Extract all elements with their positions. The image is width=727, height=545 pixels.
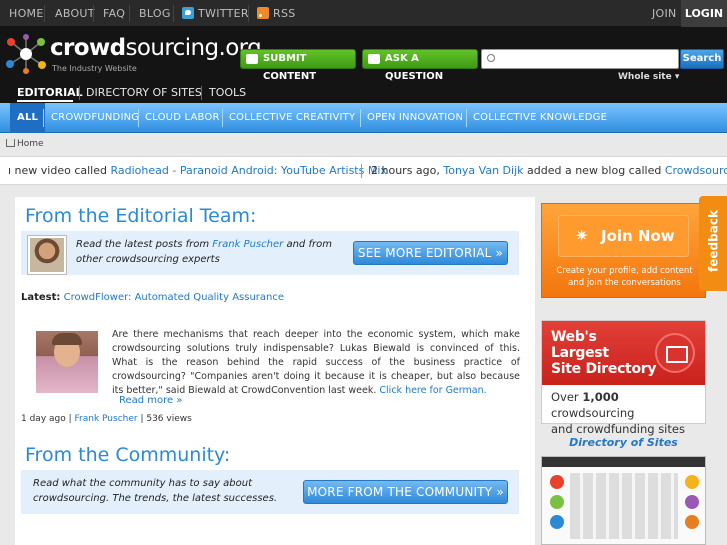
divider bbox=[44, 5, 45, 22]
book-icon bbox=[655, 333, 695, 373]
author-avatar[interactable] bbox=[27, 235, 67, 275]
ticker-item: ı new video called Radiohead - Paranoid … bbox=[8, 164, 387, 177]
directory-banner-subtext: Over 1,000 crowdsourcing and crowdfunding… bbox=[551, 390, 685, 436]
submit-content-button[interactable]: SUBMIT CONTENT bbox=[240, 49, 356, 82]
site-logo-text[interactable]: crowdsourcing.org bbox=[50, 35, 262, 61]
divider bbox=[79, 86, 80, 100]
divider bbox=[43, 109, 44, 127]
rss-icon bbox=[257, 7, 269, 19]
author-link[interactable]: Frank Puscher bbox=[212, 239, 283, 250]
nav-blog-link[interactable]: BLOG bbox=[139, 0, 171, 27]
nav-directory-of-sites[interactable]: DIRECTORY OF SITES bbox=[86, 85, 202, 101]
rss-link[interactable]: RSS bbox=[257, 0, 296, 27]
nav-tools[interactable]: TOOLS bbox=[209, 85, 246, 101]
divider bbox=[93, 5, 94, 22]
search-scope-select[interactable]: Whole site ▾ bbox=[618, 72, 679, 82]
category-collective-creativity[interactable]: COLLECTIVE CREATIVITY bbox=[229, 103, 355, 133]
divider bbox=[361, 164, 362, 178]
category-cloud-labor[interactable]: CLOUD LABOR bbox=[145, 103, 220, 133]
join-link[interactable]: JOIN bbox=[652, 0, 677, 27]
join-now-button[interactable]: ✷ Join Now bbox=[558, 215, 689, 257]
latest-article-link[interactable]: CrowdFlower: Automated Quality Assurance bbox=[64, 292, 284, 303]
twitter-icon bbox=[182, 7, 194, 19]
nav-editorial[interactable]: EDITORIAL bbox=[17, 85, 83, 101]
german-version-link[interactable]: Click here for German. bbox=[379, 385, 486, 396]
ask-question-button[interactable]: ASK A QUESTION bbox=[362, 49, 478, 82]
editorial-callout-text: Read the latest posts from Frank Puscher… bbox=[76, 239, 332, 265]
latest-line: Latest: CrowdFlower: Automated Quality A… bbox=[21, 292, 285, 303]
ticker-video-link[interactable]: Radiohead - Paranoid Android: YouTube Ar… bbox=[110, 164, 386, 177]
see-more-editorial-button[interactable]: SEE MORE EDITORIAL » bbox=[353, 241, 508, 265]
community-callout: Read what the community has to say about… bbox=[21, 470, 519, 514]
search-icon bbox=[487, 54, 495, 62]
nav-about-link[interactable]: ABOUT bbox=[55, 0, 95, 27]
site-tagline: The Industry Website bbox=[52, 64, 137, 73]
home-icon bbox=[6, 139, 15, 147]
login-button[interactable]: LOGIN bbox=[681, 0, 727, 27]
briefcase-icon bbox=[246, 54, 258, 64]
divider bbox=[466, 109, 467, 127]
category-crowdfunding[interactable]: CROWDFUNDING bbox=[51, 103, 139, 133]
nav-faq-link[interactable]: FAQ bbox=[103, 0, 125, 27]
speech-bubble-icon bbox=[368, 54, 380, 64]
search-input[interactable] bbox=[481, 49, 679, 69]
top-utility-bar: HOME ABOUT FAQ BLOG TWITTER RSS JOIN LOG… bbox=[0, 0, 727, 27]
twitter-label: TWITTER bbox=[198, 7, 249, 20]
read-more-link[interactable]: Read more » bbox=[119, 395, 183, 406]
logo-icon[interactable] bbox=[5, 34, 47, 74]
breadcrumb[interactable]: Home bbox=[6, 139, 44, 149]
article-meta: 1 day ago | Frank Puscher | 536 views bbox=[21, 414, 192, 424]
active-nav-underline bbox=[17, 100, 73, 102]
join-description: Create your profile, add content and joi… bbox=[556, 266, 693, 288]
feedback-tab[interactable]: feedback bbox=[699, 196, 727, 291]
search-button[interactable]: Search bbox=[680, 49, 724, 69]
community-callout-text: Read what the community has to say about… bbox=[33, 478, 278, 504]
divider bbox=[222, 109, 223, 127]
ticker-blog-link[interactable]: Crowdsourcing: V bbox=[665, 164, 727, 177]
divider bbox=[138, 109, 139, 127]
category-bar: ALL CROWDFUNDING CLOUD LABOR COLLECTIVE … bbox=[0, 103, 727, 133]
join-box: ✷ Join Now Create your profile, add conte… bbox=[541, 203, 706, 298]
ticker-user-link[interactable]: Tonya Van Dijk bbox=[443, 164, 523, 177]
twitter-link[interactable]: TWITTER bbox=[182, 0, 249, 27]
meta-author-link[interactable]: Frank Puscher bbox=[75, 414, 138, 424]
activity-ticker: ı new video called Radiohead - Paranoid … bbox=[0, 156, 727, 185]
editorial-heading: From the Editorial Team: bbox=[25, 205, 257, 227]
directory-thumbnail[interactable] bbox=[541, 456, 706, 545]
burst-icon: ✷ bbox=[575, 226, 589, 245]
directory-banner-headline: Web's Largest Site Directory bbox=[542, 321, 705, 385]
editorial-callout: Read the latest posts from Frank Puscher… bbox=[21, 231, 519, 275]
category-all[interactable]: ALL bbox=[10, 103, 46, 133]
divider bbox=[201, 86, 202, 100]
rss-label: RSS bbox=[273, 7, 296, 20]
divider bbox=[129, 5, 130, 22]
article-author-photo[interactable] bbox=[36, 331, 98, 393]
divider bbox=[173, 5, 174, 22]
ticker-item: 2 hours ago, Tonya Van Dijk added a new … bbox=[371, 157, 727, 184]
divider bbox=[360, 109, 361, 127]
category-collective-knowledge[interactable]: COLLECTIVE KNOWLEDGE bbox=[473, 103, 607, 133]
directory-of-sites-link[interactable]: Directory of Sites bbox=[541, 436, 706, 449]
divider bbox=[248, 5, 249, 22]
community-heading: From the Community: bbox=[25, 444, 231, 466]
nav-home-link[interactable]: HOME bbox=[9, 0, 44, 27]
more-from-community-button[interactable]: MORE FROM THE COMMUNITY » bbox=[303, 480, 508, 504]
article-excerpt: Are there mechanisms that reach deeper i… bbox=[112, 329, 520, 396]
category-open-innovation[interactable]: OPEN INNOVATION bbox=[367, 103, 463, 133]
directory-banner[interactable]: Web's Largest Site Directory Over 1,000 cr… bbox=[541, 320, 706, 436]
site-header: crowdsourcing.org The Industry Website S… bbox=[0, 27, 727, 103]
